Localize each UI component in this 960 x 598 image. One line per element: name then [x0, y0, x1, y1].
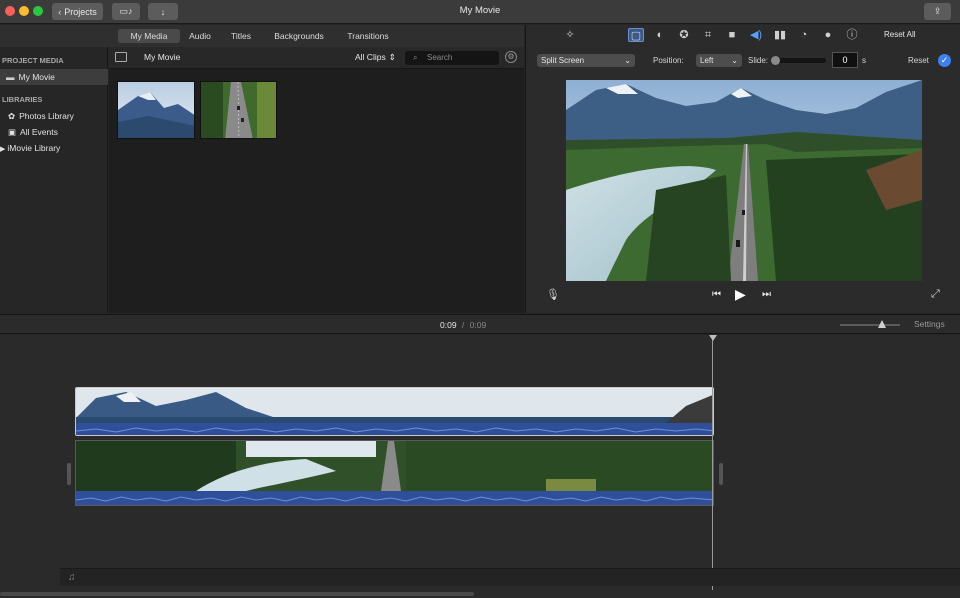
browser-header: My Movie All Clips ⇕ ⌕ Search ⚙ — [109, 47, 524, 69]
zoom-knob[interactable] — [878, 320, 886, 328]
disclosure-triangle-icon: ▶ — [0, 146, 6, 153]
media-browser: My Movie All Clips ⇕ ⌕ Search ⚙ — [109, 47, 524, 313]
timeline[interactable]: ♫ — [0, 335, 960, 598]
playhead-line[interactable] — [712, 335, 713, 590]
gear-icon[interactable]: ⚙ — [505, 51, 517, 63]
overlay-clip[interactable] — [75, 387, 714, 436]
road-clip-image — [201, 82, 276, 138]
fullscreen-icon[interactable]: ⤢ — [931, 288, 940, 301]
playhead-time: 0:09 / 0:09 — [440, 320, 487, 330]
overlay-clip-filmstrip — [76, 388, 713, 423]
window-title: My Movie — [459, 5, 501, 16]
clip-thumbnail-road[interactable] — [200, 81, 277, 139]
video-overlay-icon[interactable]: ▢ — [628, 28, 644, 42]
preview-image — [566, 80, 922, 281]
sidebar-item-photos-library[interactable]: ✿ Photos Library — [0, 108, 108, 124]
title-bar: ‹ Projects ▭♪ ↓ My Movie ⇪ — [0, 0, 960, 24]
search-icon: ⌕ — [413, 53, 418, 62]
media-tabs-bar: My Media Audio Titles Backgrounds Transi… — [0, 25, 524, 47]
chevron-down-icon: ⌄ — [731, 56, 738, 65]
slide-duration-input[interactable]: 0 — [832, 52, 858, 68]
primary-clip-filmstrip — [76, 441, 713, 491]
clapper-icon: ▬ — [6, 72, 15, 82]
timeline-zoom-slider[interactable] — [840, 320, 900, 328]
download-arrow-icon: ↓ — [160, 6, 166, 17]
overlay-audio-waveform — [76, 423, 713, 435]
media-import-button[interactable]: ▭♪ — [112, 3, 140, 20]
search-input[interactable]: ⌕ Search — [405, 51, 499, 65]
tab-audio[interactable]: Audio — [184, 29, 216, 43]
events-icon: ▣ — [8, 127, 17, 137]
sidebar-item-all-events[interactable]: ▣ All Events — [0, 124, 108, 140]
info-icon[interactable]: ⓘ — [844, 28, 860, 42]
chevron-down-icon: ⌄ — [624, 56, 631, 65]
stabilization-icon[interactable]: ■ — [724, 28, 740, 42]
tab-backgrounds[interactable]: Backgrounds — [268, 29, 330, 43]
overlay-layout-select[interactable]: Split Screen ⌄ — [537, 54, 635, 67]
projects-button[interactable]: ‹ Projects — [52, 3, 103, 20]
slide-label: Slide: — [748, 56, 769, 65]
equalizer-icon[interactable]: ▮▮ — [772, 28, 788, 42]
viewer-panel: ✧ ▢ ◐ ✪ ⌗ ■ ◀) ▮▮ ◔ ● ⓘ Reset All Split … — [525, 25, 960, 313]
primary-clip[interactable] — [75, 440, 714, 506]
music-track[interactable]: ♫ — [60, 568, 960, 586]
close-window-button[interactable] — [5, 6, 15, 16]
share-icon: ⇪ — [933, 6, 942, 16]
photos-icon: ✿ — [8, 111, 16, 121]
updown-chevron-icon: ⇕ — [388, 52, 396, 62]
sidebar-item-imovie-library[interactable]: ▶ iMovie Library — [0, 140, 108, 156]
slider-knob[interactable] — [771, 56, 780, 65]
crop-icon[interactable]: ⌗ — [700, 28, 716, 42]
music-note-icon: ♫ — [68, 572, 76, 583]
reset-all-button[interactable]: Reset All — [884, 30, 916, 39]
project-media-header: PROJECT MEDIA — [2, 56, 64, 65]
sidebar-toggle-icon[interactable] — [115, 52, 127, 62]
preview-canvas — [566, 80, 922, 281]
play-button[interactable]: ▶ — [735, 286, 746, 303]
share-button[interactable]: ⇪ — [924, 3, 951, 20]
browser-title: My Movie — [144, 52, 181, 62]
timeline-settings-button[interactable]: Settings — [914, 319, 945, 329]
import-button[interactable]: ↓ — [148, 3, 178, 20]
microphone-icon[interactable]: 🎙 — [546, 288, 560, 301]
tab-my-media[interactable]: My Media — [118, 29, 180, 43]
mountain-clip-image — [118, 82, 194, 138]
reset-button[interactable]: Reset — [908, 56, 929, 65]
clip-left-handle[interactable] — [67, 463, 71, 485]
speed-icon[interactable]: ◔ — [796, 28, 812, 42]
color-correction-icon[interactable]: ✪ — [676, 28, 692, 42]
chevron-left-icon: ‹ — [58, 6, 62, 17]
skip-back-icon[interactable]: ⏮ — [712, 289, 721, 300]
timeline-header: 0:09 / 0:09 Settings — [0, 314, 960, 334]
clips-filter[interactable]: All Clips ⇕ — [355, 52, 396, 63]
minimize-window-button[interactable] — [19, 6, 29, 16]
horizontal-scrollbar[interactable] — [0, 592, 474, 596]
color-balance-icon[interactable]: ◐ — [652, 28, 668, 42]
position-select[interactable]: Left ⌄ — [696, 54, 742, 67]
position-label: Position: — [653, 56, 684, 65]
slide-unit: s — [862, 56, 866, 65]
slide-slider[interactable] — [771, 56, 826, 65]
libraries-header: LIBRARIES — [2, 95, 43, 104]
clip-right-handle[interactable] — [719, 463, 723, 485]
primary-audio-waveform — [76, 491, 713, 505]
apply-check-icon[interactable]: ✓ — [938, 54, 951, 67]
tab-titles[interactable]: Titles — [224, 29, 258, 43]
clip-thumbnail-mountains[interactable] — [117, 81, 195, 139]
film-strip-icon: ▭♪ — [119, 6, 133, 16]
sidebar-item-my-movie[interactable]: ▬ My Movie — [0, 69, 108, 85]
noise-reduction-icon[interactable]: ● — [820, 28, 836, 42]
volume-icon[interactable]: ◀) — [748, 28, 764, 42]
magic-wand-icon[interactable]: ✧ — [562, 28, 578, 42]
skip-forward-icon[interactable]: ⏭ — [762, 289, 771, 300]
playhead-marker[interactable] — [709, 335, 717, 341]
zoom-window-button[interactable] — [33, 6, 43, 16]
tab-transitions[interactable]: Transitions — [340, 29, 396, 43]
libraries-sidebar: PROJECT MEDIA ▬ My Movie LIBRARIES ✿ Photo… — [0, 47, 108, 313]
